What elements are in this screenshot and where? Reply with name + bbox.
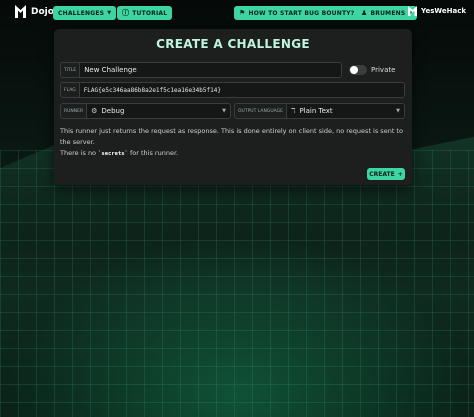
create-label: CREATE (369, 170, 395, 178)
chevron-down-icon: ▼ (107, 10, 112, 16)
chevron-down-icon: ▼ (222, 108, 226, 114)
text-format-icon: ℸ (290, 107, 296, 115)
runner-select[interactable]: ⚙ Debug ▼ (87, 104, 230, 118)
create-button[interactable]: CREATE + (367, 168, 405, 180)
debug-icon: ⚙ (91, 107, 98, 115)
desc-line2-suffix: for this runner. (127, 149, 179, 157)
runner-value: Debug (101, 107, 125, 115)
private-switch-knob (350, 66, 358, 74)
challenges-label: CHALLENGES (58, 9, 105, 17)
title-input[interactable]: New Challenge (80, 63, 341, 77)
flag-field[interactable]: FLAG FLAG{e5c346aa86b8a2e1f5c1ea16e34b5f… (60, 82, 405, 98)
user-label: BRUMENS (370, 9, 406, 17)
runner-description-line2: There is no `secrets` for this runner. (60, 148, 405, 160)
user-icon: ♟ (361, 9, 368, 17)
output-language-field[interactable]: OUTPUT LANGUAGE ℸ Plain Text ▼ (234, 103, 405, 119)
desc-line2-prefix: There is no (60, 149, 99, 157)
top-navbar: Dojo CHALLENGES ▼ ⓘ TUTORIAL ⚑ HOW TO ST… (0, 0, 474, 26)
output-language-label: OUTPUT LANGUAGE (235, 104, 287, 118)
runner-description: This runner just returns the request as … (60, 126, 405, 160)
brand[interactable]: Dojo (14, 4, 54, 19)
private-switch[interactable] (349, 65, 367, 75)
help-circle-icon: ⓘ (122, 9, 130, 17)
title-field-label: TITLE (61, 63, 81, 77)
private-toggle[interactable]: Private (349, 65, 395, 75)
flag-field-label: FLAG (61, 83, 80, 97)
output-language-value: Plain Text (299, 107, 333, 115)
yeswehack-logo-icon (408, 6, 418, 16)
runner-description-line1: This runner just returns the request as … (60, 127, 403, 146)
create-challenge-panel: CREATE A CHALLENGE TITLE New Challenge P… (54, 29, 412, 185)
dojo-logo-icon (15, 5, 26, 18)
yeswehack-name: YesWeHack (421, 7, 466, 15)
private-label: Private (371, 66, 396, 74)
runner-field[interactable]: RUNNER ⚙ Debug ▼ (60, 103, 231, 119)
tutorial-label: TUTORIAL (132, 9, 168, 17)
bug-bounty-menu-button[interactable]: ⚑ HOW TO START BUG BOUNTY? ▼ (234, 6, 367, 20)
flag-icon: ⚑ (239, 9, 246, 17)
background-grid (0, 150, 474, 417)
title-field[interactable]: TITLE New Challenge (60, 62, 342, 78)
panel-title: CREATE A CHALLENGE (156, 37, 310, 51)
secrets-code: `secrets` (98, 151, 128, 157)
plus-icon: + (397, 170, 403, 178)
bug-bounty-label: HOW TO START BUG BOUNTY? (248, 9, 355, 17)
chevron-down-icon: ▼ (396, 108, 400, 114)
output-language-select[interactable]: ℸ Plain Text ▼ (286, 104, 404, 118)
challenges-menu-button[interactable]: CHALLENGES ▼ (53, 6, 117, 20)
runner-field-label: RUNNER (61, 104, 88, 118)
tutorial-button[interactable]: ⓘ TUTORIAL (117, 6, 173, 20)
yeswehack-link[interactable]: YesWeHack (407, 5, 466, 17)
brand-name: Dojo (31, 6, 54, 17)
flag-input[interactable]: FLAG{e5c346aa86b8a2e1f5c1ea16e34b5f14} (79, 83, 404, 97)
